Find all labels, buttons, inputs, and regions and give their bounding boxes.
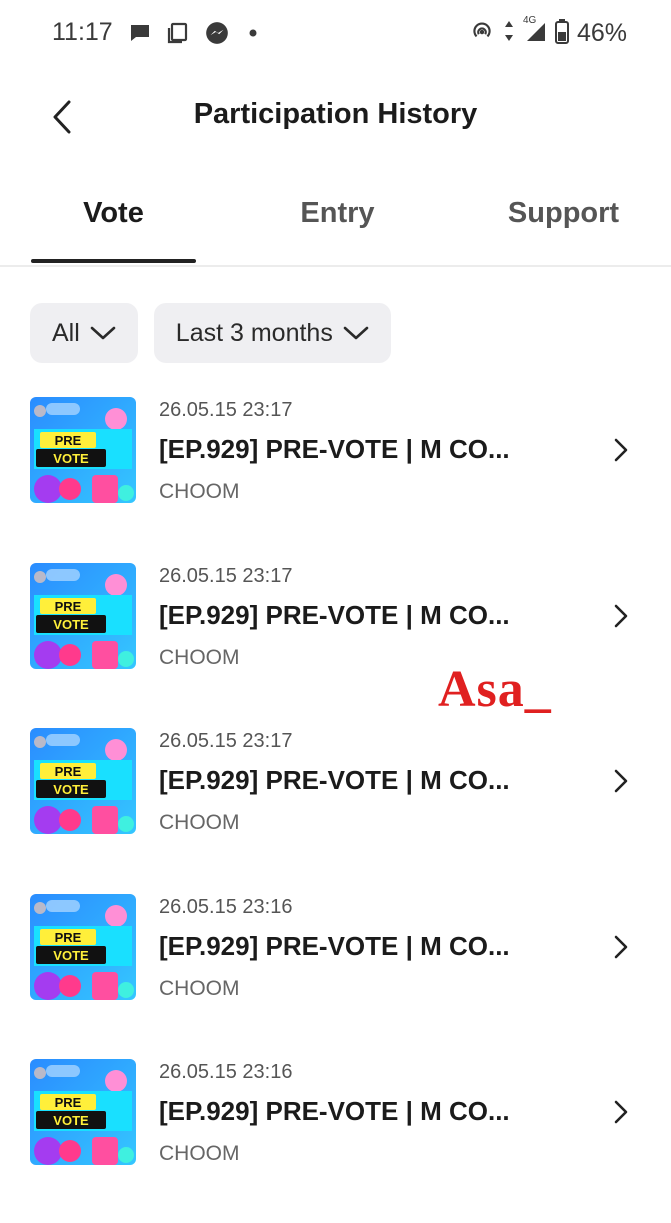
item-artist: CHOOM — [159, 1142, 240, 1165]
item-title: [EP.929] PRE-VOTE | M CO... — [159, 930, 510, 961]
network-type: 4G — [522, 15, 537, 26]
chevron-right-icon — [606, 1095, 636, 1129]
status-bar: 11:17 4G 46% — [0, 0, 671, 70]
list-item[interactable]: PRE VOTE 26.05.15 23:17 [EP.929] PRE-VOT… — [0, 726, 671, 892]
item-artist: CHOOM — [159, 811, 240, 834]
tab-bar: Vote Entry Support — [0, 185, 671, 267]
filter-bar: All Last 3 months — [30, 303, 391, 363]
list-item[interactable]: PRE VOTE 26.05.15 23:17 [EP.929] PRE-VOT… — [0, 395, 671, 561]
chevron-right-icon — [606, 764, 636, 798]
tab-entry[interactable]: Entry — [255, 197, 420, 230]
watermark-text: Asa_ — [438, 661, 552, 718]
system-icons: 4G 46% — [469, 15, 627, 49]
thumb-vote-text: VOTE — [53, 948, 89, 963]
item-date: 26.05.15 23:16 — [159, 1061, 293, 1083]
thumb-vote-text: VOTE — [53, 451, 89, 466]
active-tab-indicator — [31, 259, 196, 263]
item-meta: 26.05.15 23:17 [EP.929] PRE-VOTE | M CO.… — [159, 728, 510, 836]
battery-icon — [554, 18, 569, 49]
chevron-down-icon — [90, 325, 116, 341]
thumb-pre-text: PRE — [55, 930, 82, 945]
thumb-vote-text: VOTE — [53, 617, 89, 632]
item-date: 26.05.15 23:17 — [159, 399, 293, 421]
vote-thumbnail: PRE VOTE — [30, 728, 136, 834]
header: Participation History — [0, 78, 671, 158]
thumb-vote-text: VOTE — [53, 1113, 89, 1128]
tab-support[interactable]: Support — [481, 197, 646, 230]
vote-thumbnail: PRE VOTE — [30, 562, 136, 669]
dot-icon — [244, 24, 262, 47]
item-date: 26.05.15 23:16 — [159, 895, 293, 918]
item-meta: 26.05.15 23:17 [EP.929] PRE-VOTE | M CO.… — [159, 397, 510, 505]
vote-thumbnail: PRE VOTE — [30, 397, 136, 503]
item-artist: CHOOM — [159, 976, 240, 1000]
item-title: [EP.929] PRE-VOTE | M CO... — [159, 599, 510, 630]
item-title: [EP.929] PRE-VOTE | M CO... — [159, 1096, 510, 1126]
messenger-icon — [204, 20, 230, 51]
item-date: 26.05.15 23:17 — [159, 730, 293, 752]
item-meta: 26.05.15 23:16 [EP.929] PRE-VOTE | M CO.… — [159, 1059, 510, 1167]
page-title: Participation History — [193, 98, 478, 130]
chevron-right-icon — [606, 930, 636, 964]
data-arrows-icon — [503, 19, 515, 48]
thumb-pre-text: PRE — [55, 599, 82, 614]
list-item[interactable]: PRE VOTE 26.05.15 23:16 [EP.929] PRE-VOT… — [0, 892, 671, 1058]
thumb-pre-text: PRE — [55, 1095, 82, 1110]
list-item[interactable]: PRE VOTE 26.05.15 23:17 [EP.929] PRE-VOT… — [0, 561, 671, 727]
item-title: [EP.929] PRE-VOTE | M CO... — [159, 434, 510, 464]
participation-list: PRE VOTE 26.05.15 23:17 [EP.929] PRE-VOT… — [0, 395, 671, 1223]
status-time: 11:17 — [52, 18, 113, 46]
hotspot-icon — [469, 18, 495, 49]
vote-thumbnail: PRE VOTE — [30, 893, 136, 1000]
item-date: 26.05.15 23:17 — [159, 564, 293, 587]
type-filter-label: All — [52, 318, 80, 347]
battery-percent: 46% — [576, 19, 627, 47]
item-artist: CHOOM — [159, 480, 240, 503]
period-filter-dropdown[interactable]: Last 3 months — [153, 303, 391, 363]
item-title: [EP.929] PRE-VOTE | M CO... — [159, 765, 510, 795]
chevron-down-icon — [343, 325, 369, 341]
item-meta: 26.05.15 23:16 [EP.929] PRE-VOTE | M CO.… — [159, 894, 510, 1002]
chevron-right-icon — [606, 433, 636, 467]
copy-icon — [166, 21, 190, 50]
thumb-vote-text: VOTE — [53, 782, 89, 797]
tab-vote[interactable]: Vote — [31, 197, 196, 230]
chevron-right-icon — [606, 599, 636, 633]
item-meta: 26.05.15 23:17 [EP.929] PRE-VOTE | M CO.… — [159, 563, 510, 671]
list-item[interactable]: PRE VOTE 26.05.15 23:16 [EP.929] PRE-VOT… — [0, 1057, 671, 1223]
thumb-pre-text: PRE — [55, 433, 82, 448]
vote-thumbnail: PRE VOTE — [30, 1059, 136, 1165]
thumb-pre-text: PRE — [55, 764, 82, 779]
signal-icon: 4G — [523, 15, 547, 48]
type-filter-dropdown[interactable]: All — [30, 303, 138, 363]
period-filter-label: Last 3 months — [175, 318, 333, 347]
notification-icons — [128, 20, 262, 51]
chat-bubble-icon — [128, 21, 152, 50]
